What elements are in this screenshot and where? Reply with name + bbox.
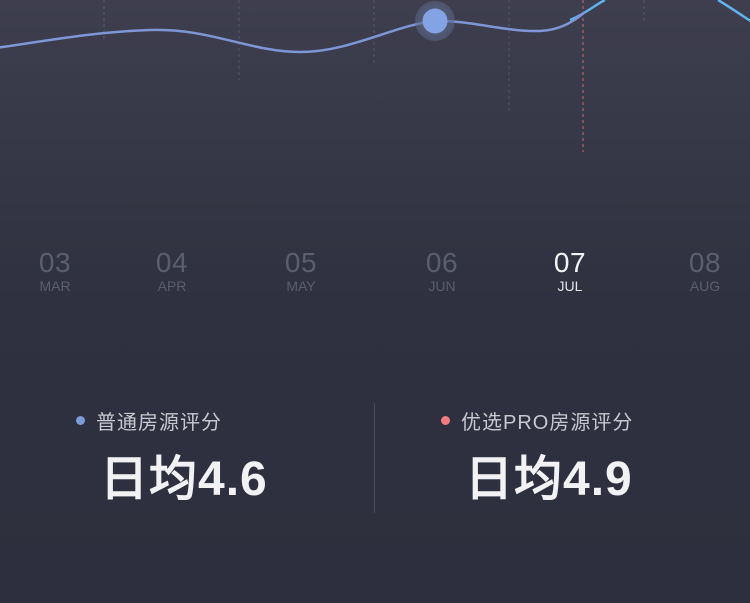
pro-rating-label-row: 优选PRO房源评分 <box>441 400 633 440</box>
standard-rating-value: 日均4.6 <box>100 453 268 506</box>
highlight-point[interactable] <box>422 8 448 34</box>
month-abbr: MAR <box>39 278 71 294</box>
pro-legend-dot <box>441 415 450 425</box>
month-jul[interactable]: 07 JUL <box>525 246 615 294</box>
month-mar[interactable]: 03 MAR <box>10 246 100 294</box>
month-number: 03 <box>38 247 72 278</box>
month-abbr: JUL <box>557 278 583 294</box>
pro-rating-value: 日均4.9 <box>465 453 633 506</box>
month-jun[interactable]: 06 JUN <box>397 246 487 294</box>
month-abbr: APR <box>157 278 187 294</box>
month-number: 08 <box>688 247 722 278</box>
month-abbr: AUG <box>689 278 721 294</box>
pro-rating-label: 优选PRO房源评分 <box>461 411 634 434</box>
month-selector: 03 MAR 04 APR 05 MAY 06 JUN 07 JUL 08 AU… <box>0 246 750 306</box>
standard-rating-label-row: 普通房源评分 <box>76 400 268 440</box>
month-apr[interactable]: 04 APR <box>127 246 217 294</box>
month-number: 06 <box>425 247 459 278</box>
month-abbr: MAY <box>286 278 316 294</box>
standard-rating-label: 普通房源评分 <box>96 411 222 434</box>
month-number: 04 <box>155 247 189 278</box>
month-gridlines <box>103 0 645 152</box>
month-number: 07 <box>553 247 587 278</box>
month-aug[interactable]: 08 AUG <box>660 246 750 294</box>
series-line-pro <box>569 0 750 23</box>
pro-rating-stat: 优选PRO房源评分 日均4.9 <box>441 400 633 510</box>
month-may[interactable]: 05 MAY <box>256 246 346 294</box>
series-line-standard <box>0 11 586 54</box>
standard-legend-dot <box>76 415 85 425</box>
month-number: 05 <box>284 247 318 278</box>
month-abbr: JUN <box>428 278 456 294</box>
standard-rating-stat: 普通房源评分 日均4.6 <box>76 400 268 510</box>
rating-line-chart <box>0 0 750 152</box>
rating-stats: 普通房源评分 日均4.6 优选PRO房源评分 日均4.9 <box>0 400 750 515</box>
